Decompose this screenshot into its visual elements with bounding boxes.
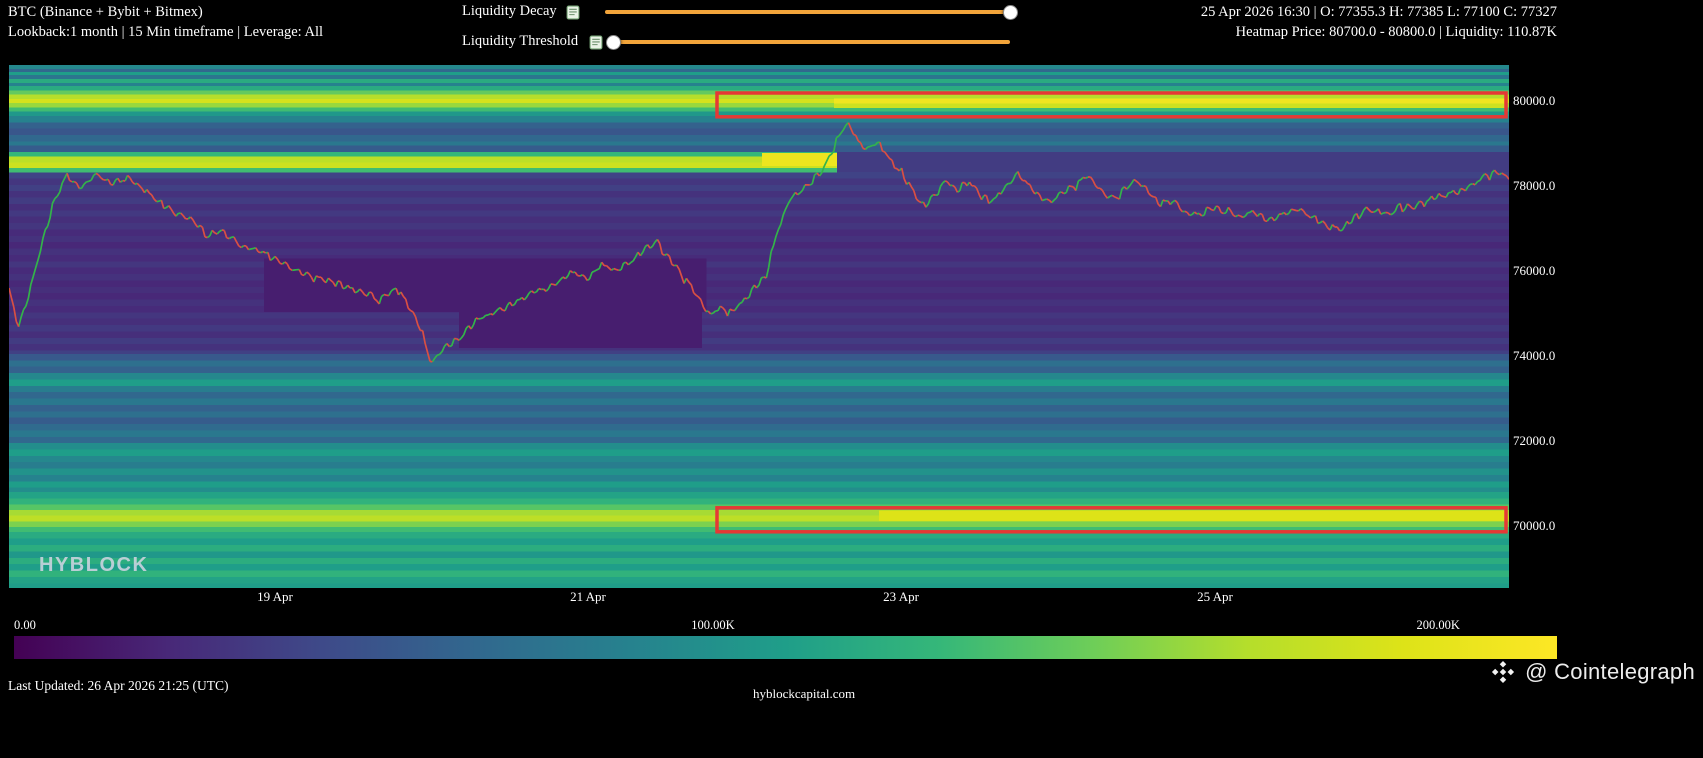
heatmap-readout: Heatmap Price: 80700.0 - 80800.0 | Liqui… xyxy=(1236,23,1557,41)
last-updated-label: Last Updated: 26 Apr 2026 21:25 (UTC) xyxy=(8,678,228,694)
cointelegraph-watermark: @ Cointelegraph xyxy=(1490,659,1695,685)
price-label: 76000.0 xyxy=(1513,263,1555,279)
site-watermark: hyblockcapital.com xyxy=(753,686,855,702)
liquidity-decay-slider[interactable] xyxy=(605,10,1010,14)
price-label: 80000.0 xyxy=(1513,93,1555,109)
liquidity-threshold-icon[interactable] xyxy=(589,35,603,50)
price-label: 74000.0 xyxy=(1513,348,1555,364)
date-label: 19 Apr xyxy=(257,589,293,605)
heatmap-canvas[interactable] xyxy=(9,65,1509,588)
price-label: 70000.0 xyxy=(1513,518,1555,534)
liquidity-decay-label: Liquidity Decay xyxy=(462,3,557,20)
date-label: 23 Apr xyxy=(883,589,919,605)
liquidity-threshold-label: Liquidity Threshold xyxy=(462,33,578,50)
hyblock-watermark: HYBLOCK xyxy=(39,554,148,577)
liquidity-decay-knob[interactable] xyxy=(1003,5,1018,20)
price-label: 78000.0 xyxy=(1513,178,1555,194)
app-root: BTC (Binance + Bybit + Bitmex) Lookback:… xyxy=(0,0,1703,758)
cointelegraph-label: @ Cointelegraph xyxy=(1525,659,1695,685)
symbol-title: BTC (Binance + Bybit + Bitmex) xyxy=(8,3,203,21)
date-label: 21 Apr xyxy=(570,589,606,605)
liquidity-decay-icon[interactable] xyxy=(566,5,580,20)
liquidity-threshold-knob[interactable] xyxy=(606,35,621,50)
colorbar xyxy=(14,636,1557,659)
price-label: 72000.0 xyxy=(1513,433,1555,449)
ohlc-readout: 25 Apr 2026 16:30 | O: 77355.3 H: 77385 … xyxy=(1201,3,1557,21)
chart-settings: Lookback:1 month | 15 Min timeframe | Le… xyxy=(8,23,323,41)
colorbar-tick: 200.00K xyxy=(1416,618,1459,633)
date-label: 25 Apr xyxy=(1197,589,1233,605)
liquidity-threshold-slider[interactable] xyxy=(613,40,1010,44)
colorbar-tick: 0.00 xyxy=(14,618,36,633)
heatmap-chart[interactable]: HYBLOCK xyxy=(9,65,1509,588)
colorbar-tick: 100.00K xyxy=(691,618,734,633)
diamond-logo-icon xyxy=(1490,659,1516,685)
